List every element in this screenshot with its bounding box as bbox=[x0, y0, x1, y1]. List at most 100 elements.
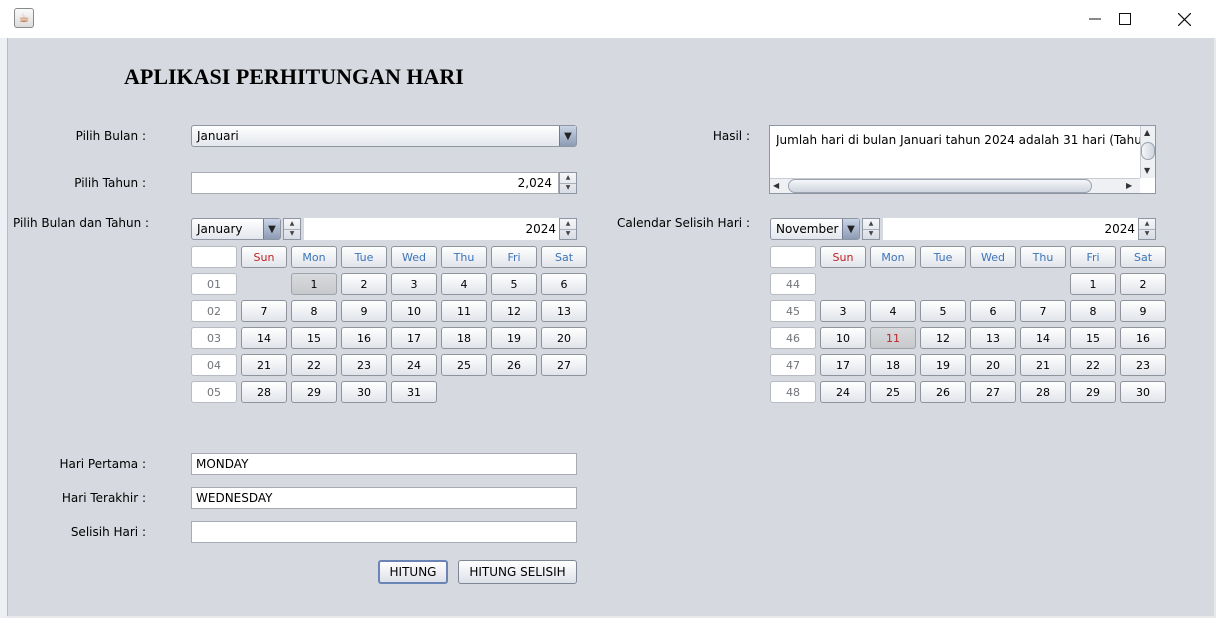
spinner-up-icon[interactable]: ▲ bbox=[560, 219, 576, 229]
tahun-spinner-field[interactable]: 2,024 bbox=[191, 172, 559, 194]
window-titlebar[interactable]: ☕ bbox=[0, 0, 1216, 38]
right-calendar-day-button[interactable]: 17 bbox=[820, 354, 866, 376]
right-calendar-day-button[interactable]: 25 bbox=[870, 381, 916, 403]
hasil-text-area[interactable]: Jumlah hari di bulan Januari tahun 2024 … bbox=[769, 125, 1156, 194]
left-calendar-day-button[interactable]: 11 bbox=[441, 300, 487, 322]
right-calendar-year-field[interactable]: 2024 bbox=[883, 218, 1138, 240]
left-calendar-day-button[interactable]: 9 bbox=[341, 300, 387, 322]
left-calendar-day-button[interactable]: 5 bbox=[491, 273, 537, 295]
right-calendar-month-spinner[interactable]: ▲ ▼ bbox=[862, 218, 880, 240]
left-calendar-day-button[interactable]: 4 bbox=[441, 273, 487, 295]
right-calendar-day-button[interactable]: 19 bbox=[920, 354, 966, 376]
left-calendar-day-button[interactable]: 10 bbox=[391, 300, 437, 322]
right-calendar-day-button[interactable]: 8 bbox=[1070, 300, 1116, 322]
left-calendar-year-field[interactable]: 2024 bbox=[304, 218, 559, 240]
right-calendar-day-button[interactable]: 4 bbox=[870, 300, 916, 322]
spinner-up-icon[interactable]: ▲ bbox=[560, 173, 576, 183]
right-calendar-year-spinner[interactable]: ▲ ▼ bbox=[1138, 218, 1156, 240]
right-calendar-day-button[interactable]: 11 bbox=[870, 327, 916, 349]
right-calendar-day-button[interactable]: 24 bbox=[820, 381, 866, 403]
chevron-down-icon[interactable]: ▼ bbox=[559, 126, 576, 146]
left-calendar-day-button[interactable]: 8 bbox=[291, 300, 337, 322]
spinner-down-icon[interactable]: ▼ bbox=[560, 228, 576, 240]
right-calendar-day-button[interactable]: 21 bbox=[1020, 354, 1066, 376]
right-calendar-day-button[interactable]: 7 bbox=[1020, 300, 1066, 322]
left-calendar-day-button[interactable]: 27 bbox=[541, 354, 587, 376]
left-calendar-day-button[interactable]: 15 bbox=[291, 327, 337, 349]
left-calendar-day-button[interactable]: 20 bbox=[541, 327, 587, 349]
right-calendar-day-button[interactable]: 18 bbox=[870, 354, 916, 376]
right-calendar-day-button[interactable]: 28 bbox=[1020, 381, 1066, 403]
left-calendar-day-button[interactable]: 6 bbox=[541, 273, 587, 295]
hitung-button[interactable]: HITUNG bbox=[378, 560, 448, 584]
right-calendar-month-combobox[interactable]: November ▼ bbox=[770, 218, 860, 240]
horizontal-scrollbar[interactable]: ◀ ▶ bbox=[770, 178, 1140, 193]
spinner-down-icon[interactable]: ▼ bbox=[560, 182, 576, 194]
chevron-down-icon[interactable]: ▼ bbox=[842, 219, 859, 239]
left-calendar-day-button[interactable]: 12 bbox=[491, 300, 537, 322]
right-calendar-day-button[interactable]: 5 bbox=[920, 300, 966, 322]
left-calendar-day-button[interactable]: 31 bbox=[391, 381, 437, 403]
left-calendar-year-spinner[interactable]: ▲ ▼ bbox=[559, 218, 577, 240]
left-calendar-day-button[interactable]: 1 bbox=[291, 273, 337, 295]
spinner-down-icon[interactable]: ▼ bbox=[284, 228, 300, 240]
left-calendar-day-button[interactable]: 26 bbox=[491, 354, 537, 376]
right-calendar-day-button[interactable]: 30 bbox=[1120, 381, 1166, 403]
right-calendar-day-button[interactable]: 27 bbox=[970, 381, 1016, 403]
selisih-hari-field[interactable] bbox=[191, 521, 577, 543]
spinner-up-icon[interactable]: ▲ bbox=[1139, 219, 1155, 229]
right-calendar-day-button[interactable]: 6 bbox=[970, 300, 1016, 322]
maximize-button[interactable] bbox=[1096, 0, 1154, 38]
right-calendar-day-button[interactable]: 22 bbox=[1070, 354, 1116, 376]
horizontal-scroll-thumb[interactable] bbox=[788, 179, 1092, 193]
left-calendar-day-button[interactable]: 16 bbox=[341, 327, 387, 349]
left-calendar-day-button[interactable]: 29 bbox=[291, 381, 337, 403]
right-calendar-day-button[interactable]: 3 bbox=[820, 300, 866, 322]
right-calendar-day-button[interactable]: 14 bbox=[1020, 327, 1066, 349]
right-calendar-day-button[interactable]: 9 bbox=[1120, 300, 1166, 322]
vertical-scroll-thumb[interactable] bbox=[1141, 142, 1155, 160]
left-calendar-day-button[interactable]: 7 bbox=[241, 300, 287, 322]
scroll-up-icon[interactable]: ▲ bbox=[1144, 128, 1150, 137]
scroll-left-icon[interactable]: ◀ bbox=[773, 181, 779, 190]
left-calendar-day-button[interactable]: 24 bbox=[391, 354, 437, 376]
left-calendar-day-button[interactable]: 2 bbox=[341, 273, 387, 295]
left-calendar-day-button[interactable]: 14 bbox=[241, 327, 287, 349]
left-calendar-day-button[interactable]: 28 bbox=[241, 381, 287, 403]
close-button[interactable] bbox=[1155, 0, 1213, 38]
left-calendar-day-button[interactable]: 22 bbox=[291, 354, 337, 376]
spinner-up-icon[interactable]: ▲ bbox=[863, 219, 879, 229]
hitung-selisih-button[interactable]: HITUNG SELISIH bbox=[458, 560, 577, 584]
hari-terakhir-field[interactable]: WEDNESDAY bbox=[191, 487, 577, 509]
left-calendar-day-button[interactable]: 25 bbox=[441, 354, 487, 376]
right-calendar-day-button[interactable]: 15 bbox=[1070, 327, 1116, 349]
left-calendar-month-combobox[interactable]: January ▼ bbox=[191, 218, 281, 240]
left-calendar-day-button[interactable]: 19 bbox=[491, 327, 537, 349]
right-calendar-day-button[interactable]: 20 bbox=[970, 354, 1016, 376]
right-calendar-day-button[interactable]: 13 bbox=[970, 327, 1016, 349]
left-calendar-day-button[interactable]: 21 bbox=[241, 354, 287, 376]
left-calendar-day-button[interactable]: 23 bbox=[341, 354, 387, 376]
left-calendar-day-button[interactable]: 17 bbox=[391, 327, 437, 349]
right-calendar-day-button[interactable]: 23 bbox=[1120, 354, 1166, 376]
right-calendar-day-button[interactable]: 2 bbox=[1120, 273, 1166, 295]
scroll-down-icon[interactable]: ▼ bbox=[1144, 166, 1150, 175]
left-calendar-month-spinner[interactable]: ▲ ▼ bbox=[283, 218, 301, 240]
right-calendar-day-button[interactable]: 10 bbox=[820, 327, 866, 349]
right-calendar-day-button[interactable]: 12 bbox=[920, 327, 966, 349]
hari-pertama-field[interactable]: MONDAY bbox=[191, 453, 577, 475]
left-calendar-day-button[interactable]: 13 bbox=[541, 300, 587, 322]
left-calendar-day-button[interactable]: 3 bbox=[391, 273, 437, 295]
left-calendar-day-button[interactable]: 18 bbox=[441, 327, 487, 349]
right-calendar-day-button[interactable]: 26 bbox=[920, 381, 966, 403]
right-calendar-day-button[interactable]: 16 bbox=[1120, 327, 1166, 349]
right-calendar-day-button[interactable]: 29 bbox=[1070, 381, 1116, 403]
bulan-combobox[interactable]: Januari ▼ bbox=[191, 125, 577, 147]
vertical-scrollbar[interactable]: ▲ ▼ bbox=[1140, 126, 1155, 178]
left-calendar-day-button[interactable]: 30 bbox=[341, 381, 387, 403]
scroll-right-icon[interactable]: ▶ bbox=[1126, 181, 1132, 190]
right-calendar-day-button[interactable]: 1 bbox=[1070, 273, 1116, 295]
spinner-up-icon[interactable]: ▲ bbox=[284, 219, 300, 229]
spinner-down-icon[interactable]: ▼ bbox=[1139, 228, 1155, 240]
chevron-down-icon[interactable]: ▼ bbox=[263, 219, 280, 239]
